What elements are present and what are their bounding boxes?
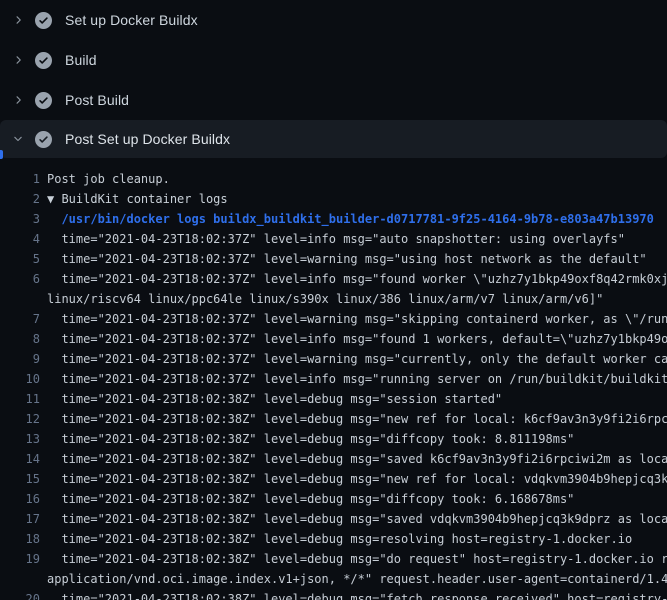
log-line: 3 /usr/bin/docker logs buildx_buildkit_b… <box>0 209 667 229</box>
actions-log-panel: Set up Docker Buildx Build Post Build <box>0 0 667 600</box>
log-text: time="2021-04-23T18:02:37Z" level=warnin… <box>47 249 647 269</box>
check-circle-icon <box>35 131 52 148</box>
line-number[interactable]: 12 <box>0 409 40 429</box>
step-row-set-up-docker-buildx[interactable]: Set up Docker Buildx <box>0 0 667 40</box>
line-number[interactable]: 7 <box>0 309 40 329</box>
line-number[interactable]: 5 <box>0 249 40 269</box>
log-text: /usr/bin/docker logs buildx_buildkit_bui… <box>47 209 654 229</box>
chevron-down-icon <box>12 131 24 147</box>
log-text: time="2021-04-23T18:02:38Z" level=debug … <box>47 469 667 489</box>
log-text: application/vnd.oci.image.index.v1+json,… <box>47 569 667 589</box>
log-text: time="2021-04-23T18:02:37Z" level=info m… <box>47 229 625 249</box>
line-number[interactable]: 10 <box>0 369 40 389</box>
log-text: time="2021-04-23T18:02:38Z" level=debug … <box>47 429 574 449</box>
line-number <box>0 569 40 589</box>
check-circle-icon <box>35 52 52 69</box>
step-label: Set up Docker Buildx <box>65 12 198 28</box>
line-number[interactable]: 3 <box>0 209 40 229</box>
log-text: time="2021-04-23T18:02:38Z" level=debug … <box>47 409 667 429</box>
line-number <box>0 289 40 309</box>
log-line: 14 time="2021-04-23T18:02:38Z" level=deb… <box>0 449 667 469</box>
log-line: 7 time="2021-04-23T18:02:37Z" level=warn… <box>0 309 667 329</box>
log-line: 16 time="2021-04-23T18:02:38Z" level=deb… <box>0 489 667 509</box>
log-line: 6 time="2021-04-23T18:02:37Z" level=info… <box>0 269 667 289</box>
log-line: 19 time="2021-04-23T18:02:38Z" level=deb… <box>0 549 667 569</box>
log-line: 11 time="2021-04-23T18:02:38Z" level=deb… <box>0 389 667 409</box>
line-number[interactable]: 19 <box>0 549 40 569</box>
log-text: time="2021-04-23T18:02:37Z" level=info m… <box>47 369 667 389</box>
line-number[interactable]: 6 <box>0 269 40 289</box>
line-number[interactable]: 13 <box>0 429 40 449</box>
log-line: 15 time="2021-04-23T18:02:38Z" level=deb… <box>0 469 667 489</box>
log-text: time="2021-04-23T18:02:38Z" level=debug … <box>47 489 574 509</box>
step-row-post-set-up-docker-buildx[interactable]: Post Set up Docker Buildx <box>0 120 667 158</box>
log-line: 13 time="2021-04-23T18:02:38Z" level=deb… <box>0 429 667 449</box>
log-text: time="2021-04-23T18:02:38Z" level=debug … <box>47 509 667 529</box>
log-line: 8 time="2021-04-23T18:02:37Z" level=info… <box>0 329 667 349</box>
log-line: linux/riscv64 linux/ppc64le linux/s390x … <box>0 289 667 309</box>
log-text: time="2021-04-23T18:02:37Z" level=info m… <box>47 329 667 349</box>
line-number[interactable]: 15 <box>0 469 40 489</box>
check-circle-icon <box>35 12 52 29</box>
log-text: time="2021-04-23T18:02:37Z" level=warnin… <box>47 309 667 329</box>
step-label: Post Set up Docker Buildx <box>65 131 230 147</box>
log-line: 17 time="2021-04-23T18:02:38Z" level=deb… <box>0 509 667 529</box>
log-line: 18 time="2021-04-23T18:02:38Z" level=deb… <box>0 529 667 549</box>
chevron-right-icon <box>12 92 24 108</box>
log-line: 1 Post job cleanup. <box>0 169 667 189</box>
log-line: 9 time="2021-04-23T18:02:37Z" level=warn… <box>0 349 667 369</box>
step-label: Build <box>65 52 97 68</box>
line-number[interactable]: 17 <box>0 509 40 529</box>
log-text: Post job cleanup. <box>47 169 170 189</box>
line-number[interactable]: 9 <box>0 349 40 369</box>
line-number[interactable]: 16 <box>0 489 40 509</box>
log-line: 5 time="2021-04-23T18:02:37Z" level=warn… <box>0 249 667 269</box>
log-line: 12 time="2021-04-23T18:02:38Z" level=deb… <box>0 409 667 429</box>
log-text: time="2021-04-23T18:02:37Z" level=info m… <box>47 269 667 289</box>
line-number[interactable]: 1 <box>0 169 40 189</box>
step-label: Post Build <box>65 92 129 108</box>
line-number[interactable]: 11 <box>0 389 40 409</box>
log-text: time="2021-04-23T18:02:38Z" level=debug … <box>47 589 667 600</box>
log-area: 1 Post job cleanup. 2 ▼ BuildKit contain… <box>0 158 667 600</box>
step-row-post-build[interactable]: Post Build <box>0 80 667 120</box>
log-line: 20 time="2021-04-23T18:02:38Z" level=deb… <box>0 589 667 600</box>
line-number[interactable]: 8 <box>0 329 40 349</box>
log-text: time="2021-04-23T18:02:38Z" level=debug … <box>47 549 667 569</box>
log-text: linux/riscv64 linux/ppc64le linux/s390x … <box>47 289 603 309</box>
log-text: time="2021-04-23T18:02:38Z" level=debug … <box>47 529 632 549</box>
check-circle-icon <box>35 92 52 109</box>
line-number[interactable]: 2 <box>0 189 40 209</box>
step-row-build[interactable]: Build <box>0 40 667 80</box>
log-text: time="2021-04-23T18:02:38Z" level=debug … <box>47 449 667 469</box>
log-text: time="2021-04-23T18:02:38Z" level=debug … <box>47 389 502 409</box>
chevron-right-icon <box>12 12 24 28</box>
log-line: application/vnd.oci.image.index.v1+json,… <box>0 569 667 589</box>
log-line: 10 time="2021-04-23T18:02:37Z" level=inf… <box>0 369 667 389</box>
chevron-right-icon <box>12 52 24 68</box>
line-number[interactable]: 20 <box>0 589 40 600</box>
steps-list: Set up Docker Buildx Build Post Build <box>0 0 667 158</box>
log-line: 4 time="2021-04-23T18:02:37Z" level=info… <box>0 229 667 249</box>
log-line: 2 ▼ BuildKit container logs <box>0 189 667 209</box>
line-number[interactable]: 18 <box>0 529 40 549</box>
line-number[interactable]: 14 <box>0 449 40 469</box>
log-text[interactable]: ▼ BuildKit container logs <box>47 189 228 209</box>
line-number[interactable]: 4 <box>0 229 40 249</box>
log-text: time="2021-04-23T18:02:37Z" level=warnin… <box>47 349 667 369</box>
